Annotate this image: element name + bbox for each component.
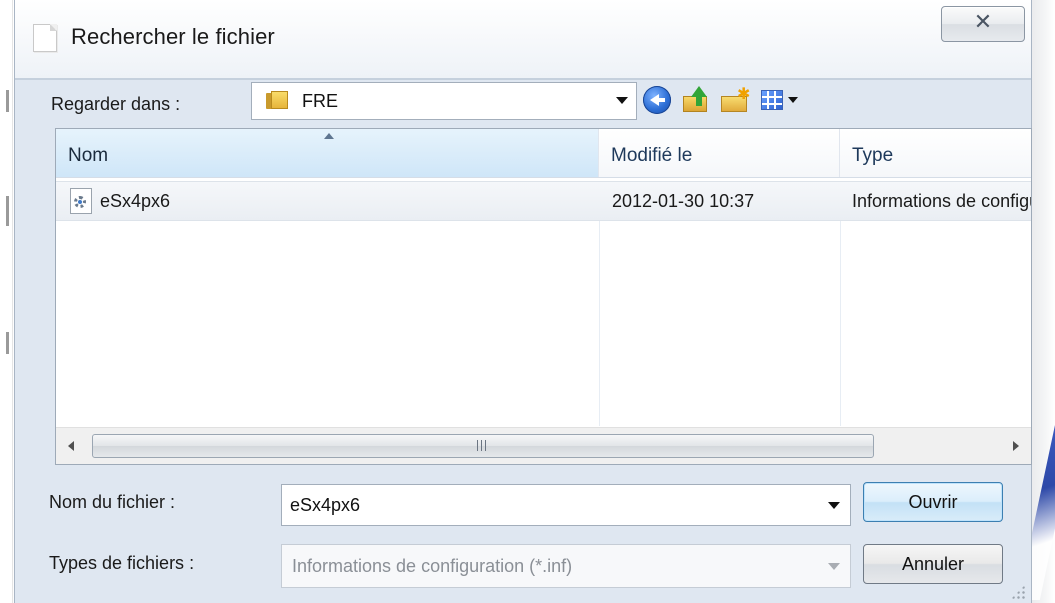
screen: Rechercher le fichier ✕ Regarder dans : … xyxy=(0,0,1055,603)
background-window xyxy=(1017,0,1055,603)
sort-ascending-icon xyxy=(324,133,334,139)
scrollbar-grip xyxy=(477,440,489,451)
column-header-type[interactable]: Type xyxy=(840,129,1031,177)
folder-icon xyxy=(266,91,288,109)
column-divider xyxy=(840,221,841,426)
file-type: Informations de configuration xyxy=(852,191,1031,211)
look-in-label: Regarder dans : xyxy=(51,94,181,114)
close-icon: ✕ xyxy=(973,10,993,35)
title-bar[interactable]: Rechercher le fichier ✕ xyxy=(15,0,1031,78)
chevron-down-icon[interactable] xyxy=(616,97,628,104)
window-title: Rechercher le fichier xyxy=(71,24,275,49)
look-in-dropdown[interactable]: FRE xyxy=(251,82,637,120)
file-list[interactable]: Nom Modifié le Type eSx4px6 2012-01-30 1… xyxy=(55,128,1032,465)
file-name: eSx4px6 xyxy=(100,191,171,211)
filename-combobox[interactable] xyxy=(281,484,851,526)
close-button[interactable]: ✕ xyxy=(941,6,1025,42)
list-header: Nom Modifié le Type xyxy=(56,129,1031,178)
open-file-dialog: Rechercher le fichier ✕ Regarder dans : … xyxy=(14,0,1032,603)
filetype-label: Types de fichiers : xyxy=(49,553,195,573)
cancel-button[interactable]: Annuler xyxy=(863,544,1003,584)
look-in-value: FRE xyxy=(302,91,338,111)
new-folder-icon[interactable]: ✱ xyxy=(721,86,750,114)
filetype-dropdown[interactable]: Informations de configuration (*.inf) xyxy=(281,544,851,588)
filename-label: Nom du fichier : xyxy=(49,492,176,512)
scroll-right-icon[interactable] xyxy=(997,428,1031,464)
up-folder-icon[interactable] xyxy=(681,86,709,114)
open-button[interactable]: Ouvrir xyxy=(863,482,1003,522)
filetype-value: Informations de configuration (*.inf) xyxy=(292,556,573,576)
file-row[interactable]: eSx4px6 2012-01-30 10:37 Informations de… xyxy=(56,181,1031,221)
column-header-modified[interactable]: Modifié le xyxy=(599,129,840,177)
chevron-down-icon[interactable] xyxy=(828,502,840,509)
config-file-icon xyxy=(70,188,92,214)
filename-input[interactable] xyxy=(282,485,810,525)
column-divider xyxy=(599,221,600,426)
file-modified: 2012-01-30 10:37 xyxy=(612,191,755,211)
back-arrow-icon[interactable] xyxy=(643,86,671,114)
blank-document-icon xyxy=(33,24,57,52)
view-menu-icon[interactable] xyxy=(761,86,801,114)
background-edge xyxy=(0,0,13,603)
chevron-down-icon[interactable] xyxy=(828,563,840,570)
column-header-name[interactable]: Nom xyxy=(56,129,599,177)
scroll-left-icon[interactable] xyxy=(56,428,90,464)
scrollbar-thumb[interactable] xyxy=(92,434,874,458)
horizontal-scrollbar[interactable] xyxy=(56,427,1031,464)
